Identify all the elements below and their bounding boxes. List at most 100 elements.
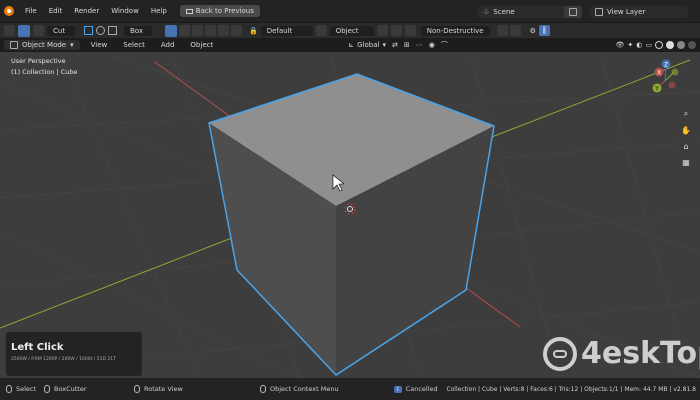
keystroke-subtitle: 2560W / P.RM 1200P / 200W / 1000t / 51D …: [11, 357, 116, 362]
operation-inset-icon[interactable]: [192, 24, 203, 36]
viewport-menu-view[interactable]: View: [86, 39, 113, 51]
gizmo-icon[interactable]: ✦: [627, 41, 633, 49]
shading-solid-icon[interactable]: [666, 41, 674, 49]
status-select: Select: [6, 385, 36, 393]
visibility-icon[interactable]: 👁: [616, 41, 625, 49]
perspective-label: User Perspective: [11, 57, 66, 65]
viewport-scene[interactable]: X Y Z: [0, 52, 700, 378]
scene-icon: ♧: [483, 8, 490, 16]
check-icon[interactable]: [496, 25, 508, 36]
lock-icon[interactable]: 🔒: [249, 27, 258, 35]
status-select-label: Select: [16, 385, 37, 393]
menu-render[interactable]: Render: [69, 5, 104, 17]
scene-name: Scene: [493, 8, 515, 16]
snap-options-icon[interactable]: ⋯: [416, 41, 423, 49]
view-layer-name: View Layer: [607, 8, 646, 16]
scene-copy-button[interactable]: [564, 6, 582, 18]
status-cancelled: i Cancelled: [394, 385, 438, 393]
grid-icon[interactable]: [390, 25, 402, 36]
back-to-previous-label: Back to Previous: [195, 7, 254, 15]
axis-y-label: Y: [654, 86, 659, 93]
wire-icon[interactable]: [376, 25, 388, 36]
screen-icon: [185, 8, 193, 14]
shading-wire-icon[interactable]: [655, 41, 663, 49]
pivot-icon[interactable]: ⇄: [392, 41, 398, 49]
status-bar: Select BoxCutter Rotate View Object Cont…: [0, 378, 700, 400]
orientation-label: Global: [357, 41, 380, 49]
axis-x-label: X: [657, 70, 661, 77]
back-to-previous-button[interactable]: Back to Previous: [179, 5, 260, 17]
neg-y-gizmo-icon[interactable]: [671, 68, 679, 76]
overlay-icon[interactable]: ◐: [636, 41, 642, 49]
menu-window[interactable]: Window: [106, 5, 144, 17]
operation-join-icon[interactable]: [205, 24, 216, 36]
status-rotate-label: Rotate View: [144, 385, 183, 393]
mouse-drag-icon: [44, 385, 50, 393]
falloff-icon[interactable]: ⌒: [441, 40, 448, 50]
operation-extract-icon[interactable]: [231, 24, 242, 36]
view-layer-icon: [595, 8, 603, 16]
mode-object-icon[interactable]: [315, 25, 327, 36]
watermark-logo-icon: [543, 336, 577, 371]
copy-icon: [569, 8, 577, 16]
info-icon: i: [394, 385, 402, 393]
object-mode-label: Object Mode: [22, 41, 67, 49]
view-layer-selector[interactable]: View Layer: [590, 6, 688, 18]
proportional-edit-icon[interactable]: ◉: [429, 41, 435, 49]
tool-type-icon[interactable]: [4, 25, 15, 36]
operation-cut-icon[interactable]: [165, 24, 177, 37]
object-mode-dropdown[interactable]: Object Mode ▾: [4, 40, 80, 50]
xray-icon[interactable]: ▭: [645, 41, 652, 49]
watermark-text: 4eskTop: [581, 336, 700, 371]
viewport-menu-object[interactable]: Object: [185, 39, 218, 51]
collection-label: (1) Collection | Cube: [11, 68, 78, 76]
viewport-menu-add[interactable]: Add: [156, 39, 180, 51]
status-context-label: Object Context Menu: [270, 385, 339, 393]
box-shape-field[interactable]: Box: [124, 25, 152, 36]
grid-view-icon[interactable]: ▦: [679, 155, 693, 169]
3d-viewport[interactable]: X Y Z User Perspective (1) Collection | …: [0, 52, 700, 378]
status-boxcutter: BoxCutter: [44, 385, 87, 393]
visibility-icons: [496, 25, 521, 36]
keystroke-overlay: Left Click 2560W / P.RM 1200P / 200W / 1…: [6, 332, 142, 376]
mirror-icon[interactable]: [404, 25, 416, 36]
scene-statistics: Collection | Cube | Verts:8 | Faces:6 | …: [446, 385, 696, 393]
shape-circle-icon[interactable]: [96, 26, 105, 35]
camera-icon[interactable]: ⌂: [679, 139, 693, 153]
display-icon[interactable]: [509, 25, 521, 36]
cut-mode-icon[interactable]: [33, 25, 44, 36]
blender-logo-icon[interactable]: [4, 6, 14, 16]
pause-icon[interactable]: ‖: [538, 25, 550, 36]
default-field[interactable]: Default: [260, 25, 313, 36]
menu-help[interactable]: Help: [146, 5, 172, 17]
snap-icon[interactable]: ⊞: [404, 41, 410, 49]
shape-ngon-icon[interactable]: [108, 26, 117, 35]
gear-icon[interactable]: ⚙: [530, 27, 536, 35]
status-context: Object Context Menu: [260, 385, 339, 393]
object-field[interactable]: Object: [329, 25, 374, 36]
shape-rect-icon[interactable]: [84, 26, 93, 35]
axis-z-label: Z: [664, 62, 668, 69]
neg-x-gizmo-icon[interactable]: [668, 81, 676, 89]
zoom-icon[interactable]: ⌕: [679, 107, 693, 121]
operation-knife-icon[interactable]: [218, 24, 229, 36]
transform-orientation-dropdown[interactable]: ⊾ Global ▾: [348, 41, 386, 49]
keystroke-title: Left Click: [11, 342, 64, 353]
shading-rendered-icon[interactable]: [688, 41, 696, 49]
menu-file[interactable]: File: [20, 5, 42, 17]
viewport-menu-select[interactable]: Select: [118, 39, 150, 51]
navigation-gizmo[interactable]: X Y Z: [652, 59, 679, 93]
mouse-right-icon: [260, 385, 266, 393]
select-tool-icon[interactable]: [18, 24, 30, 37]
orientation-icon: ⊾: [348, 41, 355, 49]
menu-edit[interactable]: Edit: [44, 5, 68, 17]
operation-slice-icon[interactable]: [179, 24, 190, 36]
object-mode-icon: [10, 41, 18, 49]
status-rotate: Rotate View: [134, 385, 183, 393]
mouse-middle-icon: [134, 385, 140, 393]
operation-icons: [165, 24, 242, 37]
cut-mode-field[interactable]: Cut: [47, 25, 75, 36]
shading-material-icon[interactable]: [677, 41, 685, 49]
non-destructive-field[interactable]: Non-Destructive: [420, 25, 490, 36]
pan-hand-icon[interactable]: ✋: [679, 123, 693, 137]
